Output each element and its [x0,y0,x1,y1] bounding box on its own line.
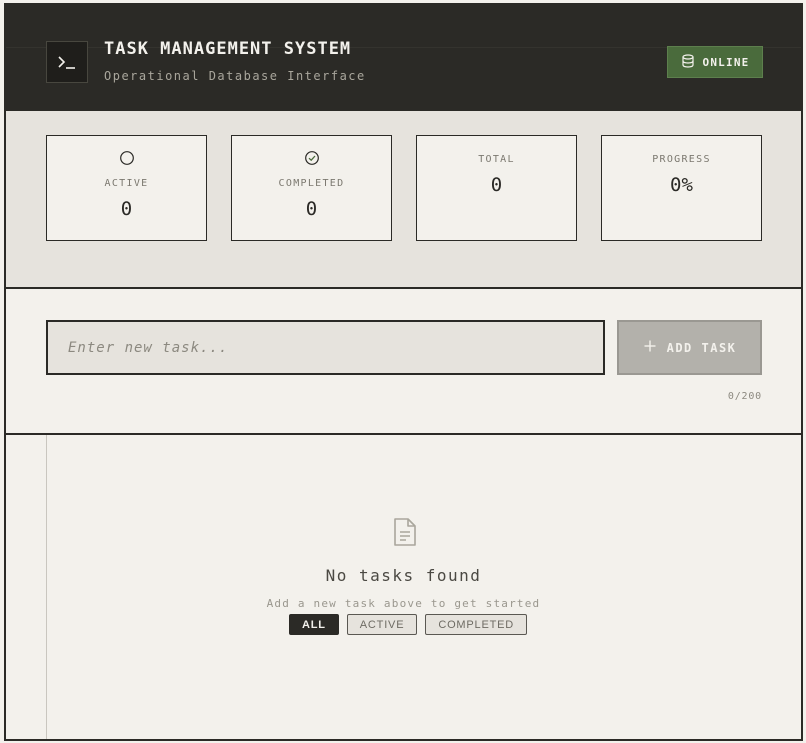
char-count: 0/200 [727,391,762,402]
task-list: No tasks found Add a new task above to g… [6,435,801,739]
stat-card-completed: COMPLETED 0 [231,135,392,241]
stat-card-active: ACTIVE 0 [46,135,207,241]
status-label: ONLINE [702,55,750,69]
task-input[interactable] [46,320,605,375]
empty-state-title: No tasks found [325,566,482,585]
document-icon [392,517,418,551]
header: TASK MANAGEMENT SYSTEM Operational Datab… [6,5,801,111]
stat-label: ACTIVE [104,178,149,189]
plus-icon [643,339,657,356]
stats-panel: ACTIVE 0 COMPLETED 0 TOTAL 0 PROGRESS 0% [6,111,801,289]
filter-completed-button[interactable]: COMPLETED [425,614,527,635]
filter-active-button[interactable]: ACTIVE [346,614,418,635]
stat-card-progress: PROGRESS 0% [601,135,762,241]
stat-label: COMPLETED [278,178,345,189]
stat-value: 0 [305,198,318,220]
stat-value: 0 [490,174,503,196]
app-title: TASK MANAGEMENT SYSTEM [104,39,352,59]
status-badge: ONLINE [667,46,763,78]
add-task-label: ADD TASK [666,340,737,355]
check-circle-icon [232,150,391,168]
app-subtitle: Operational Database Interface [104,69,366,83]
task-input-section: ADD TASK 0/200 [6,289,801,435]
stat-label: TOTAL [478,154,515,165]
filter-all-button[interactable]: ALL [289,614,339,635]
stat-value: 0 [120,198,133,220]
empty-state-subtitle: Add a new task above to get started [266,597,541,610]
filter-group: ALL ACTIVE COMPLETED [289,614,527,635]
stat-card-total: TOTAL 0 [416,135,577,241]
database-icon [681,53,695,71]
stat-label: PROGRESS [652,154,711,165]
list-margin-line [46,435,47,739]
terminal-icon [46,41,88,83]
stat-value: 0% [670,174,693,196]
app-frame: TASK MANAGEMENT SYSTEM Operational Datab… [4,3,803,741]
add-task-button[interactable]: ADD TASK [617,320,762,375]
circle-icon [47,150,206,168]
